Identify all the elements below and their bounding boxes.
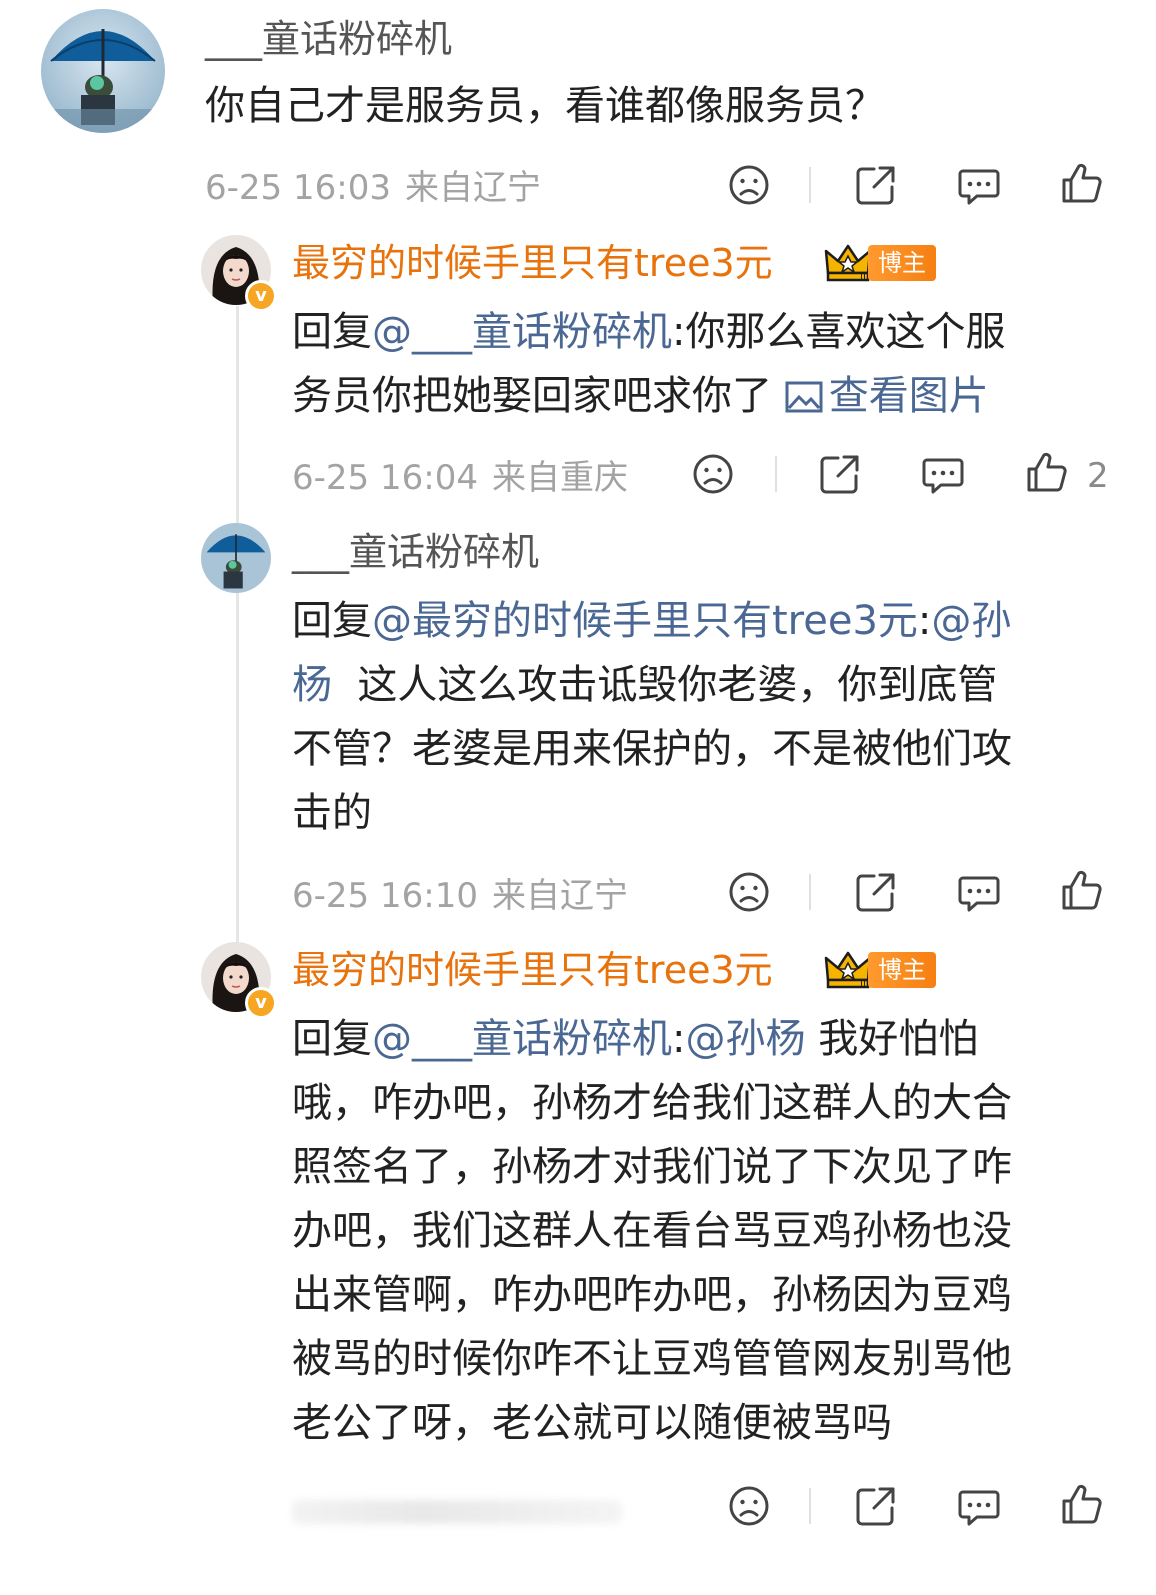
action-divider [809,874,811,910]
comment-location: 来自辽宁 [404,168,541,208]
user-avatar[interactable] [41,9,165,133]
mention-link[interactable]: @孙杨 [685,1016,805,1062]
reply-time: 6-25 16:04 [292,458,478,498]
share-icon[interactable] [854,163,898,207]
thumbs-up-icon[interactable] [1060,161,1104,205]
reply-location: 来自重庆 [491,458,628,498]
svg-text:II: II [860,978,866,989]
thumbs-up-icon[interactable] [1060,1482,1104,1526]
comment-thread: ___童话粉碎机 你自己才是服务员，看谁都像服务员？ 6-25 16:03 来自辽… [0,0,1156,1595]
comment-icon[interactable] [957,1484,1001,1528]
user-avatar[interactable] [201,523,271,593]
comment-icon[interactable] [957,163,1001,207]
view-image-link[interactable]: 查看图片 [785,373,989,419]
thumbs-up-icon[interactable] [1025,450,1069,494]
action-divider [775,456,777,492]
mention-link[interactable]: 杨 [292,662,332,708]
crown-icon: II [824,950,872,990]
thumbs-up-icon[interactable] [1060,868,1104,912]
reply-location: 来自辽宁 [491,876,628,916]
reply-prefix: 回复 [292,1016,372,1062]
mention-link[interactable]: @___童话粉碎机 [372,309,672,355]
reply-text: 回复@___童话粉碎机:你那么喜欢这个服 务员你把她娶回家吧求你了 查看图片 [292,300,1112,428]
reply-time: 6-25 16:10 [292,876,478,916]
crown-icon: II [824,243,872,283]
umbrella-avatar-image [201,523,271,593]
verified-badge-icon: v [245,280,277,312]
verified-badge-icon: v [245,987,277,1019]
sad-face-icon[interactable] [727,1484,771,1528]
image-icon [785,381,823,413]
reply-text-line: 我好怕怕 [805,1016,979,1062]
mention-link[interactable]: @___童话粉碎机 [372,1016,672,1062]
reply-username[interactable]: 最穷的时候手里只有tree3元 [292,241,773,285]
like-count: 2 [1087,456,1109,496]
blogger-badge-wrap: II 博主 [824,243,936,283]
blogger-badge: 博主 [868,952,936,988]
action-divider [809,1488,811,1524]
sad-face-icon[interactable] [727,870,771,914]
reply-text-line: 被骂的时候你咋不让豆鸡管管网友别骂他 [292,1336,1012,1382]
blogger-badge-wrap: II 博主 [824,950,936,990]
blurred-meta [292,1500,622,1524]
reply-text: 回复@最穷的时候手里只有tree3元:@孙 杨 这人这么攻击诋毁你老婆，你到底管… [292,589,1112,845]
reply-text-line: 照签名了，孙杨才对我们说了下次见了咋 [292,1144,1012,1190]
reply-text-line: 务员你把她娶回家吧求你了 [292,373,772,419]
comment-username[interactable]: ___童话粉碎机 [205,17,452,61]
reply-text-line: 老公了呀，老公就可以随便被骂吗 [292,1400,892,1446]
sad-face-icon[interactable] [727,163,771,207]
comment-icon[interactable] [957,870,1001,914]
mention-link[interactable]: @最穷的时候手里只有tree3元 [372,598,918,644]
share-icon[interactable] [854,1484,898,1528]
reply-text-line: 击的 [292,790,372,836]
comment-icon[interactable] [921,452,965,496]
reply-text-line: 出来管啊，咋办吧咋办吧，孙杨因为豆鸡 [292,1272,1012,1318]
reply-text-line: :你那么喜欢这个服 [672,309,1006,355]
reply-username[interactable]: ___童话粉碎机 [292,530,539,574]
thread-line [236,306,239,946]
blogger-badge: 博主 [868,245,936,281]
sad-face-icon[interactable] [691,452,735,496]
reply-username[interactable]: 最穷的时候手里只有tree3元 [292,948,773,992]
reply-text-line: 这人这么攻击诋毁你老婆，你到底管 [332,662,998,708]
svg-text:II: II [860,271,866,282]
share-icon[interactable] [818,452,862,496]
mention-link[interactable]: @孙 [931,598,1011,644]
reply-text-line: 办吧，我们这群人在看台骂豆鸡孙杨也没 [292,1208,1012,1254]
umbrella-avatar-image [41,9,165,133]
reply-text-line: 不管？老婆是用来保护的，不是被他们攻 [292,726,1012,772]
reply-prefix: 回复 [292,598,372,644]
comment-text: 你自己才是服务员，看谁都像服务员？ [205,83,885,129]
comment-time: 6-25 16:03 [205,168,391,208]
action-divider [809,167,811,203]
reply-text: 回复@___童话粉碎机:@孙杨 我好怕怕 哦，咋办吧，孙杨才给我们这群人的大合 … [292,1007,1112,1455]
share-icon[interactable] [854,870,898,914]
reply-prefix: 回复 [292,309,372,355]
reply-text-line: 哦，咋办吧，孙杨才给我们这群人的大合 [292,1080,1012,1126]
